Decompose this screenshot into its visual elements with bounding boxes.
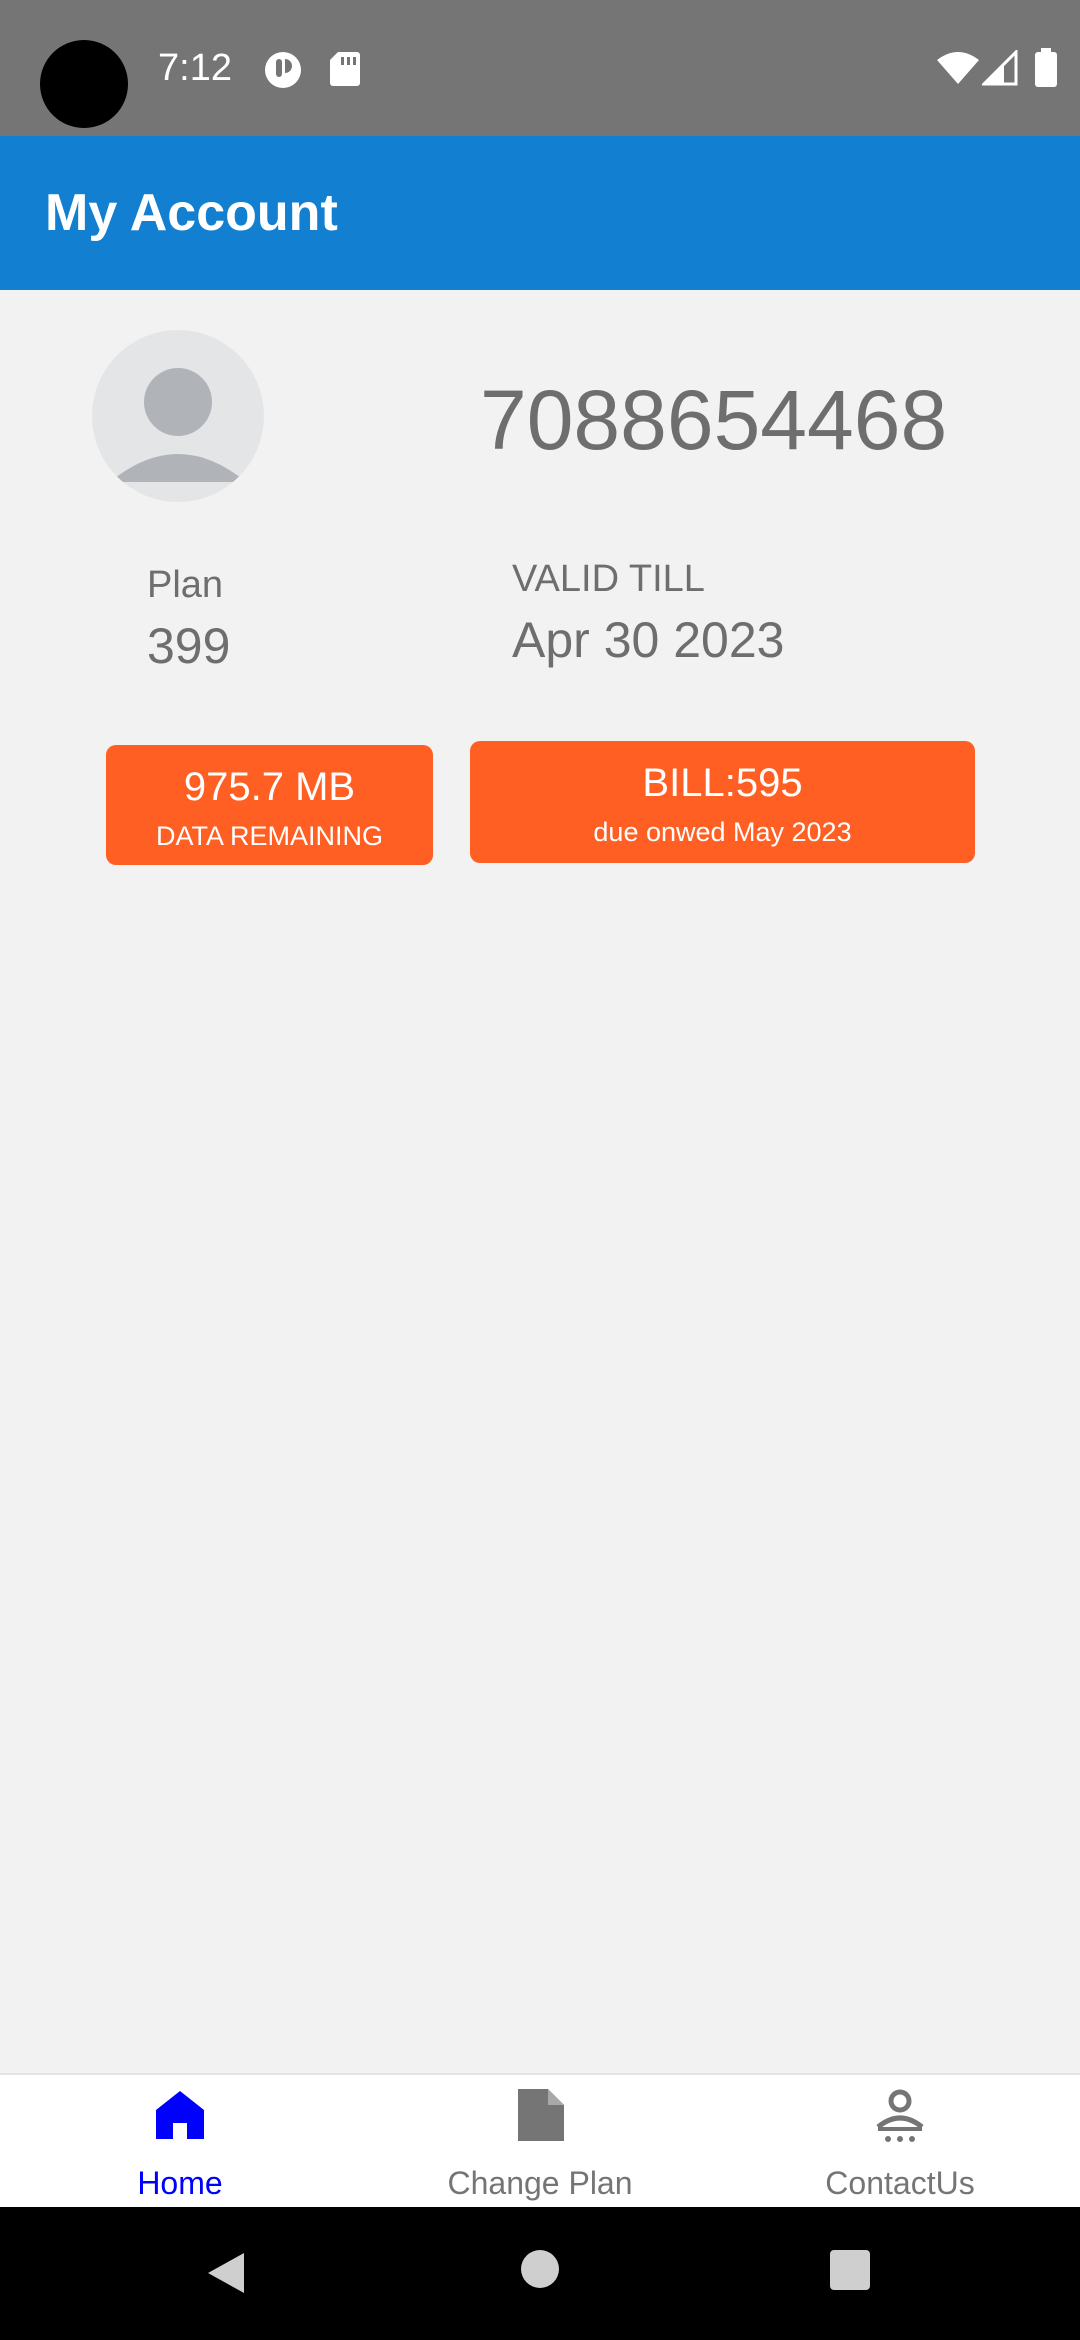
battery-icon: [1035, 48, 1057, 87]
cellular-signal-icon: [982, 50, 1018, 86]
nav-label-change-plan: Change Plan: [447, 2165, 633, 2201]
bill-amount: BILL:595: [642, 761, 803, 805]
phone-number: 7088654468: [480, 373, 948, 467]
plan-label: Plan: [147, 564, 224, 606]
nav-label-home: Home: [137, 2165, 223, 2201]
status-bar: 7:12: [0, 0, 1080, 136]
data-remaining-card[interactable]: 975.7 MB DATA REMAINING: [106, 745, 433, 865]
page-title: My Account: [45, 184, 338, 242]
data-remaining-caption: DATA REMAINING: [155, 821, 384, 851]
status-time: 7:12: [158, 47, 232, 89]
plan-value: 399: [147, 618, 231, 674]
home-circle-icon[interactable]: [520, 2249, 560, 2289]
nav-item-change-plan[interactable]: Change Plan: [360, 2075, 720, 2209]
recents-icon[interactable]: [829, 2249, 871, 2291]
app-bar: My Account: [0, 136, 1080, 290]
back-icon[interactable]: [204, 2249, 248, 2297]
bill-due-caption: due onwed May 2023: [593, 817, 852, 847]
home-icon: [156, 2091, 204, 2139]
camera-cutout: [40, 40, 128, 128]
valid-till-label: VALID TILL: [512, 558, 705, 600]
contact-person-icon: [876, 2089, 924, 2142]
system-nav-bar: [0, 2207, 1080, 2340]
nav-item-home[interactable]: Home: [0, 2075, 360, 2209]
notification-badge-icon: [265, 52, 301, 88]
nav-item-contact-us[interactable]: ContactUs: [720, 2075, 1080, 2209]
person-icon: [110, 368, 246, 482]
data-remaining-amount: 975.7 MB: [183, 765, 356, 809]
nav-label-contact-us: ContactUs: [825, 2165, 975, 2201]
document-icon: [518, 2089, 564, 2141]
bill-card[interactable]: BILL:595 due onwed May 2023: [470, 741, 975, 863]
valid-till-value: Apr 30 2023: [512, 612, 785, 668]
sd-card-icon: [330, 52, 360, 86]
wifi-icon: [937, 52, 979, 84]
avatar: [92, 330, 264, 502]
bottom-nav: Home Change Plan ContactUs: [0, 2073, 1080, 2209]
